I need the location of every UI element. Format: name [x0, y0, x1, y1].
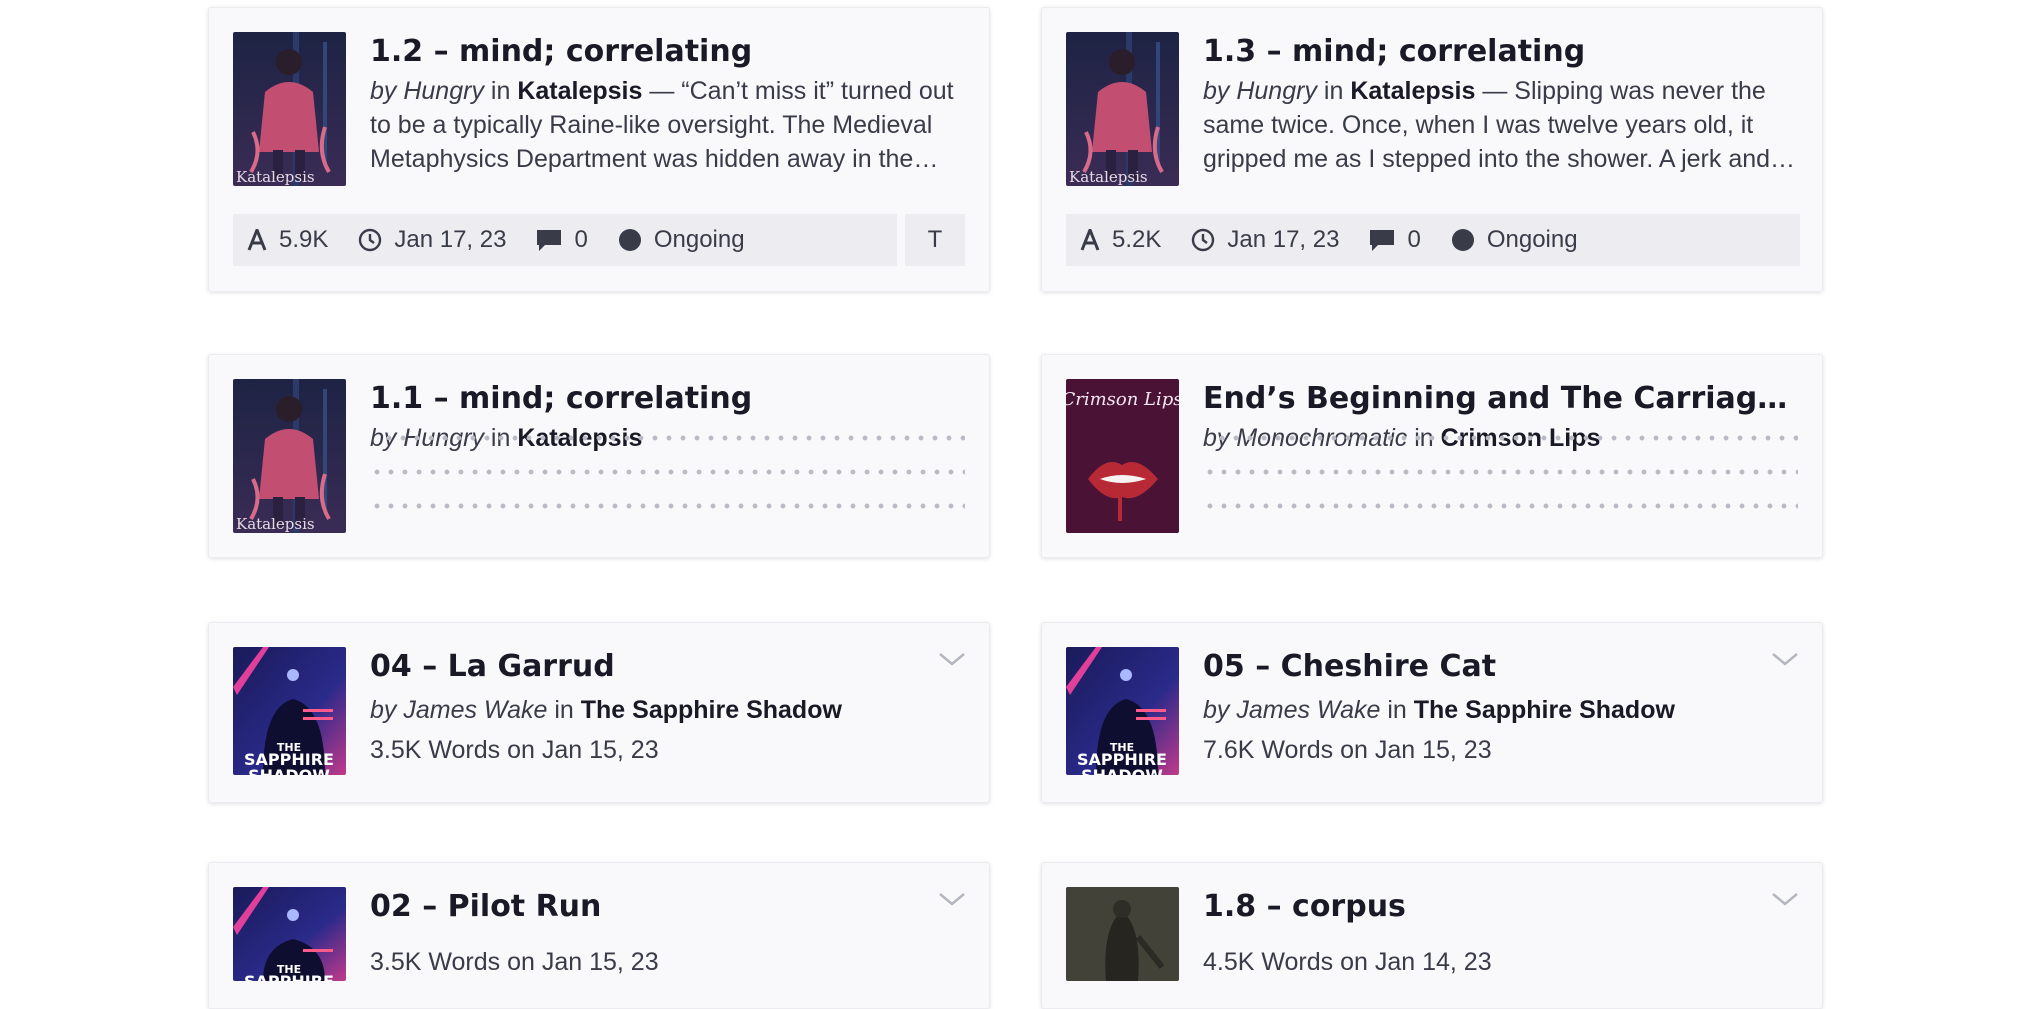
cover-title-text: SHADOW [248, 766, 330, 775]
chapter-excerpt: by Hungry in Katalepsis — “Can’t miss it… [370, 74, 965, 176]
chapter-excerpt: by Hungry in Katalepsis — Slipping was n… [1203, 74, 1798, 176]
loading-placeholder [370, 455, 965, 489]
sapphire-shadow-cover-art: THE SAPPHIRE SHADOW [233, 647, 346, 775]
status-dot-icon [618, 229, 641, 251]
cover-image[interactable] [1066, 887, 1179, 981]
chapter-card[interactable]: THE SAPPHIRE SHADOW 04 – La Garrud by Ja… [208, 622, 990, 803]
in-label: in [490, 77, 511, 105]
word-count: 5.9K [247, 226, 328, 254]
in-label: in [554, 696, 574, 724]
stats-bar: 5.9K Jan 17, 23 0 Ongoing [233, 214, 897, 266]
chevron-down-icon[interactable] [1770, 889, 1800, 909]
chapter-title[interactable]: 04 – La Garrud [370, 645, 965, 689]
byline: by Hungry in Katalepsis [370, 421, 965, 455]
comment-count[interactable]: 0 [536, 226, 588, 254]
chevron-down-icon[interactable] [937, 889, 967, 909]
clock-icon [1192, 228, 1215, 252]
clock-icon [359, 228, 382, 252]
chevron-down-icon[interactable] [937, 649, 967, 669]
story-link[interactable]: Katalepsis [517, 77, 642, 105]
byline: by Monochromatic in Crimson Lips [1203, 421, 1798, 455]
byline: by James Wake in The Sapphire Shadow [370, 693, 965, 727]
comment-count[interactable]: 0 [1369, 226, 1421, 254]
cover-image[interactable]: Katalepsis [1066, 32, 1179, 186]
status-indicator: Ongoing [618, 226, 745, 254]
story-link[interactable]: The Sapphire Shadow [1414, 696, 1675, 724]
cover-title-text: SAPPHIRE [244, 972, 334, 981]
loading-placeholder [382, 431, 965, 445]
in-label: in [1387, 696, 1407, 724]
cover-title-text: Katalepsis [1069, 168, 1148, 186]
chapter-card[interactable]: Katalepsis 1.1 – mind; correlating by Hu… [208, 354, 990, 558]
crimson-lips-cover-art: Crimson Lips [1066, 379, 1179, 533]
word-count-icon [1080, 229, 1100, 251]
cover-image[interactable]: Katalepsis [233, 379, 346, 533]
chapter-card[interactable]: Katalepsis 1.3 – mind; correlating by Hu… [1041, 7, 1823, 292]
chapter-card[interactable]: THE SAPPHIRE SHADOW 05 – Cheshire Cat by… [1041, 622, 1823, 803]
chapter-card[interactable]: Katalepsis 1.2 – mind; correlating by Hu… [208, 7, 990, 292]
comment-icon [1370, 230, 1395, 251]
cover-title-text: Crimson Lips [1066, 389, 1179, 410]
cover-image[interactable]: Crimson Lips [1066, 379, 1179, 533]
cover-image[interactable]: Katalepsis [233, 32, 346, 186]
sapphire-shadow-cover-art: THE SAPPHIRE SHADOW [1066, 647, 1179, 775]
chapter-title[interactable]: 1.2 – mind; correlating [370, 30, 965, 74]
word-count-date: 3.5K Words on Jan 15, 23 [370, 948, 659, 976]
cover-image[interactable]: THE SAPPHIRE SHADOW [1066, 647, 1179, 775]
loading-placeholder [1203, 489, 1798, 523]
publish-date: Jan 17, 23 [358, 226, 506, 254]
chapter-title[interactable]: 1.1 – mind; correlating [370, 377, 965, 421]
loading-placeholder [1203, 455, 1798, 489]
cover-image[interactable]: THE SAPPHIRE SHADOW [233, 647, 346, 775]
chapter-title[interactable]: 1.3 – mind; correlating [1203, 30, 1798, 74]
chapter-title[interactable]: End’s Beginning and The Carriage that Ca… [1203, 377, 1798, 421]
katalepsis-cover-art: Katalepsis [233, 379, 346, 533]
chapter-title[interactable]: 02 – Pilot Run [370, 885, 965, 929]
word-count-date: 4.5K Words on Jan 14, 23 [1203, 948, 1492, 976]
loading-placeholder [370, 489, 965, 523]
chapter-card[interactable]: 1.8 – corpus 4.5K Words on Jan 14, 23 [1041, 862, 1823, 1009]
status-indicator: Ongoing [1451, 226, 1578, 254]
sapphire-shadow-cover-art: THE SAPPHIRE [233, 887, 346, 981]
author-link[interactable]: by Hungry [370, 77, 484, 105]
chapter-title[interactable]: 1.8 – corpus [1203, 885, 1798, 929]
cover-image[interactable]: THE SAPPHIRE [233, 887, 346, 981]
katalepsis-cover-art: Katalepsis [233, 32, 346, 186]
dark-figure-cover-art [1066, 887, 1179, 981]
author-link[interactable]: by James Wake [370, 696, 547, 724]
in-label: in [1323, 77, 1344, 105]
chapter-card[interactable]: THE SAPPHIRE 02 – Pilot Run 3.5K Words o… [208, 862, 990, 1009]
comment-icon [537, 230, 562, 251]
word-count-date: 3.5K Words on Jan 15, 23 [370, 736, 659, 764]
cover-title-text: Katalepsis [236, 168, 315, 186]
chevron-down-icon[interactable] [1770, 649, 1800, 669]
katalepsis-cover-art: Katalepsis [1066, 32, 1179, 186]
text-option-button[interactable]: T [905, 214, 965, 266]
word-count-date: 7.6K Words on Jan 15, 23 [1203, 736, 1492, 764]
author-link[interactable]: by Hungry [1203, 77, 1317, 105]
story-link[interactable]: Katalepsis [1350, 77, 1475, 105]
chapter-card[interactable]: Crimson Lips End’s Beginning and The Car… [1041, 354, 1823, 558]
byline: by James Wake in The Sapphire Shadow [1203, 693, 1798, 727]
stats-bar: 5.2K Jan 17, 23 0 Ongoing [1066, 214, 1800, 266]
word-count-icon [247, 229, 267, 251]
cover-title-text: Katalepsis [236, 515, 315, 533]
cover-title-text: SHADOW [1081, 766, 1163, 775]
word-count: 5.2K [1080, 226, 1161, 254]
loading-placeholder [1215, 431, 1798, 445]
story-link[interactable]: The Sapphire Shadow [581, 696, 842, 724]
status-dot-icon [1451, 229, 1474, 251]
author-link[interactable]: by James Wake [1203, 696, 1380, 724]
publish-date: Jan 17, 23 [1191, 226, 1339, 254]
chapter-title[interactable]: 05 – Cheshire Cat [1203, 645, 1798, 689]
